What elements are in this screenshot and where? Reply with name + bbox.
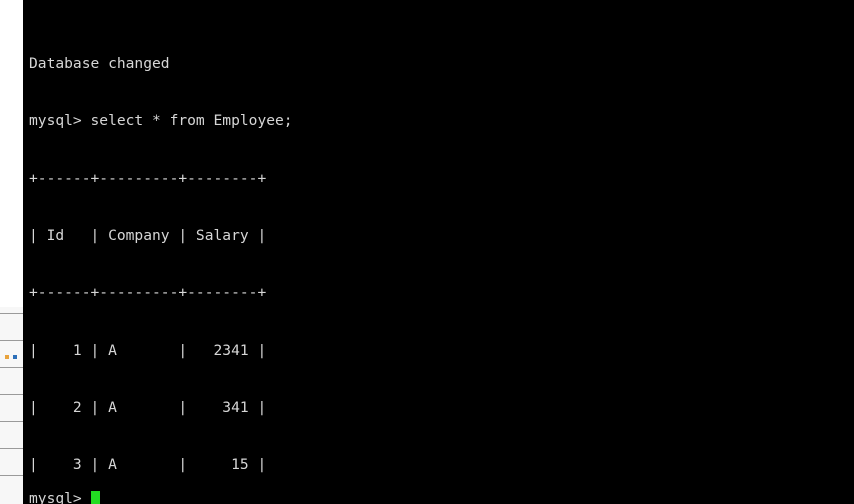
background-window-status-dot <box>13 355 17 359</box>
background-window-row-divider <box>0 421 23 422</box>
table-header-row: | Id | Company | Salary | <box>29 227 267 245</box>
terminal-prompt-line[interactable]: mysql> <box>29 489 100 504</box>
background-window-row-divider <box>0 475 23 476</box>
background-window-row-divider <box>0 394 23 395</box>
screen: Database changed mysql> select * from Em… <box>0 0 854 504</box>
background-window-upper-area <box>0 0 23 307</box>
prompt-text: mysql> <box>29 490 91 504</box>
background-window-strip[interactable] <box>0 0 23 504</box>
terminal-window[interactable]: Database changed mysql> select * from Em… <box>23 0 854 504</box>
background-window-row-divider <box>0 448 23 449</box>
table-row: | 1 | A | 2341 | <box>29 341 267 359</box>
background-window-row-divider <box>0 313 23 314</box>
background-window-status-dot <box>5 355 9 359</box>
background-window-row-divider <box>0 340 23 341</box>
table-header-separator: +------+---------+--------+ <box>29 284 267 302</box>
background-window-row-divider <box>0 367 23 368</box>
table-top-border: +------+---------+--------+ <box>29 169 267 187</box>
table-row: | 3 | A | 15 | <box>29 456 267 474</box>
terminal-output: Database changed mysql> select * from Em… <box>29 16 293 504</box>
command-line: mysql> select * from Employee; <box>29 112 293 130</box>
terminal-cursor <box>90 491 100 504</box>
status-line-database-changed: Database changed <box>29 55 170 73</box>
table-row: | 2 | A | 341 | <box>29 398 267 416</box>
